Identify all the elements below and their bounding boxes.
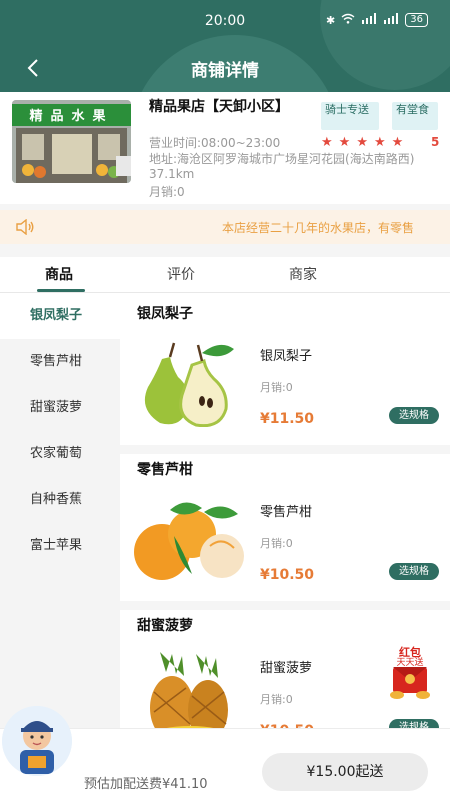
bluetooth-icon: ✱ xyxy=(326,13,336,27)
tab-active-indicator xyxy=(37,289,85,292)
red-packet-line2: 天天送 xyxy=(396,658,424,668)
category-item[interactable]: 甜蜜菠萝 xyxy=(0,385,120,431)
tab-products[interactable]: 商品 xyxy=(45,264,73,284)
red-packet-promo[interactable]: 红包 天天送 xyxy=(385,645,435,701)
product-sales: 月销:0 xyxy=(260,381,293,394)
signal-icon xyxy=(361,13,377,27)
cart-mascot-icon[interactable] xyxy=(2,706,72,776)
category-item[interactable]: 自种香蕉 xyxy=(0,477,120,523)
section-title: 甜蜜菠萝 xyxy=(137,618,193,634)
shop-name: 精品果店【天卸小区】 xyxy=(149,99,289,115)
wifi-icon xyxy=(341,13,355,27)
category-item[interactable]: 农家葡萄 xyxy=(0,431,120,477)
category-sidebar: 银凤梨子 零售芦柑 甜蜜菠萝 农家葡萄 自种香蕉 富士苹果 xyxy=(0,293,120,733)
product-price: ¥11.50 xyxy=(260,411,315,427)
product-image-pear[interactable] xyxy=(130,339,248,427)
battery-indicator: 36 xyxy=(405,13,428,27)
tag-rider-delivery: 骑士专送 xyxy=(321,102,379,130)
red-packet-line1: 红包 xyxy=(399,646,421,659)
app-header: 20:00 ✱ 36 商铺详情 xyxy=(0,0,450,92)
shop-info-card: 精品水果 精品果店【天卸小区】 骑士专送 有堂食 营业时间:08:00~23:0… xyxy=(0,92,450,204)
product-image-pineapple[interactable] xyxy=(130,652,248,733)
category-item[interactable]: 富士苹果 xyxy=(0,523,120,569)
star-icon: ★ xyxy=(321,135,339,150)
business-hours: 营业时间:08:00~23:00 xyxy=(149,136,281,150)
star-icon: ★ xyxy=(391,135,410,150)
shop-photo: 精品水果 xyxy=(12,100,131,183)
speaker-icon xyxy=(15,218,35,239)
star-icon: ★ xyxy=(338,135,357,150)
signal-icon-2 xyxy=(383,13,399,27)
select-spec-button[interactable]: 选规格 xyxy=(389,563,439,580)
shop-monthly-sales: 月销:0 xyxy=(149,185,185,199)
section-title: 零售芦柑 xyxy=(137,462,193,478)
tab-reviews[interactable]: 评价 xyxy=(167,264,195,284)
select-spec-button[interactable]: 选规格 xyxy=(389,407,439,424)
category-item[interactable]: 银凤梨子 xyxy=(0,293,120,339)
page-title: 商铺详情 xyxy=(191,61,259,81)
product-sales: 月销:0 xyxy=(260,693,293,706)
delivery-fee-estimate: 预估加配送费¥41.10 xyxy=(84,777,208,792)
star-icon: ★ xyxy=(356,135,374,150)
shop-address: 地址:海沧区阿罗海城市广场星河花园(海达南路西) 37.1km xyxy=(149,152,415,181)
product-name[interactable]: 银凤梨子 xyxy=(260,345,312,364)
minimum-order-button[interactable]: ¥15.00起送 xyxy=(262,753,428,791)
star-icon: ★ xyxy=(373,135,392,150)
tab-merchant[interactable]: 商家 xyxy=(289,264,317,284)
notice-bar: 本店经营二十几年的水果店，有零售 xyxy=(0,210,450,244)
product-name[interactable]: 甜蜜菠萝 xyxy=(260,657,312,676)
star-rating: ★★★★★ xyxy=(321,135,409,150)
product-price: ¥10.50 xyxy=(260,567,315,583)
status-icons: ✱ 36 xyxy=(326,13,428,27)
category-item[interactable]: 零售芦柑 xyxy=(0,339,120,385)
tag-dine-in: 有堂食 xyxy=(392,102,438,130)
section-title: 银凤梨子 xyxy=(137,306,193,322)
section-divider xyxy=(120,601,450,610)
rating-score: 5 xyxy=(431,135,440,149)
product-sales: 月销:0 xyxy=(260,537,293,550)
section-divider xyxy=(120,445,450,454)
shop-sign-text: 精品水果 xyxy=(29,109,114,124)
tab-bar: 商品 评价 商家 xyxy=(0,257,450,293)
notice-text: 本店经营二十几年的水果店，有零售 xyxy=(222,221,415,235)
status-bar: 20:00 ✱ 36 xyxy=(0,10,450,34)
product-name[interactable]: 零售芦柑 xyxy=(260,501,312,520)
product-image-tangerine[interactable] xyxy=(130,496,248,584)
